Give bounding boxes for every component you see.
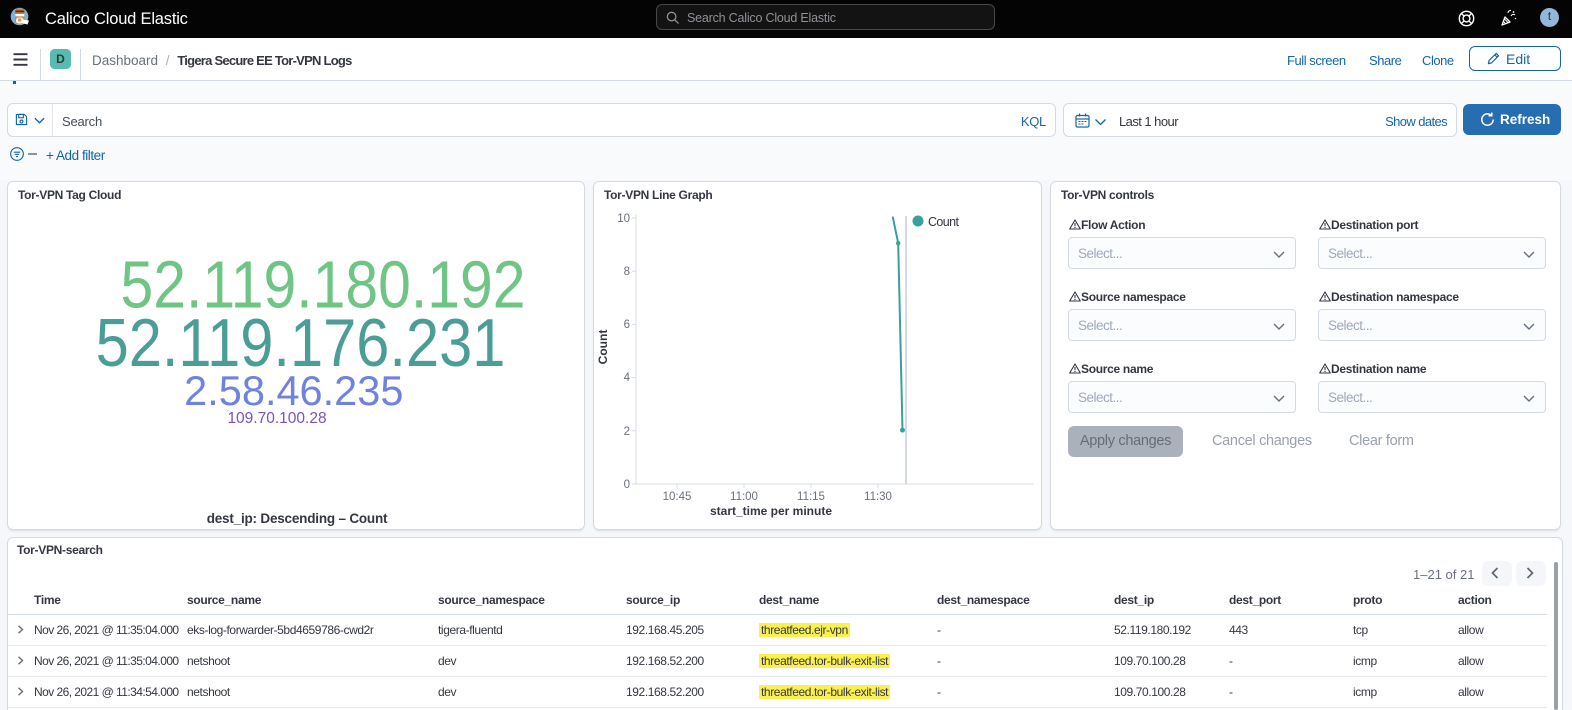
svg-text:10: 10 <box>617 213 630 225</box>
svg-text:10:45: 10:45 <box>663 491 692 503</box>
svg-text:Count: Count <box>596 330 610 365</box>
svg-text:11:00: 11:00 <box>730 491 758 503</box>
svg-text:2: 2 <box>624 426 630 438</box>
svg-text:4: 4 <box>624 372 631 384</box>
svg-text:start_time per minute: start_time per minute <box>710 504 832 518</box>
svg-text:6: 6 <box>624 319 630 331</box>
svg-text:11:30: 11:30 <box>864 491 892 503</box>
svg-text:0: 0 <box>624 479 630 491</box>
svg-text:11:15: 11:15 <box>797 491 825 503</box>
svg-text:8: 8 <box>624 266 630 278</box>
